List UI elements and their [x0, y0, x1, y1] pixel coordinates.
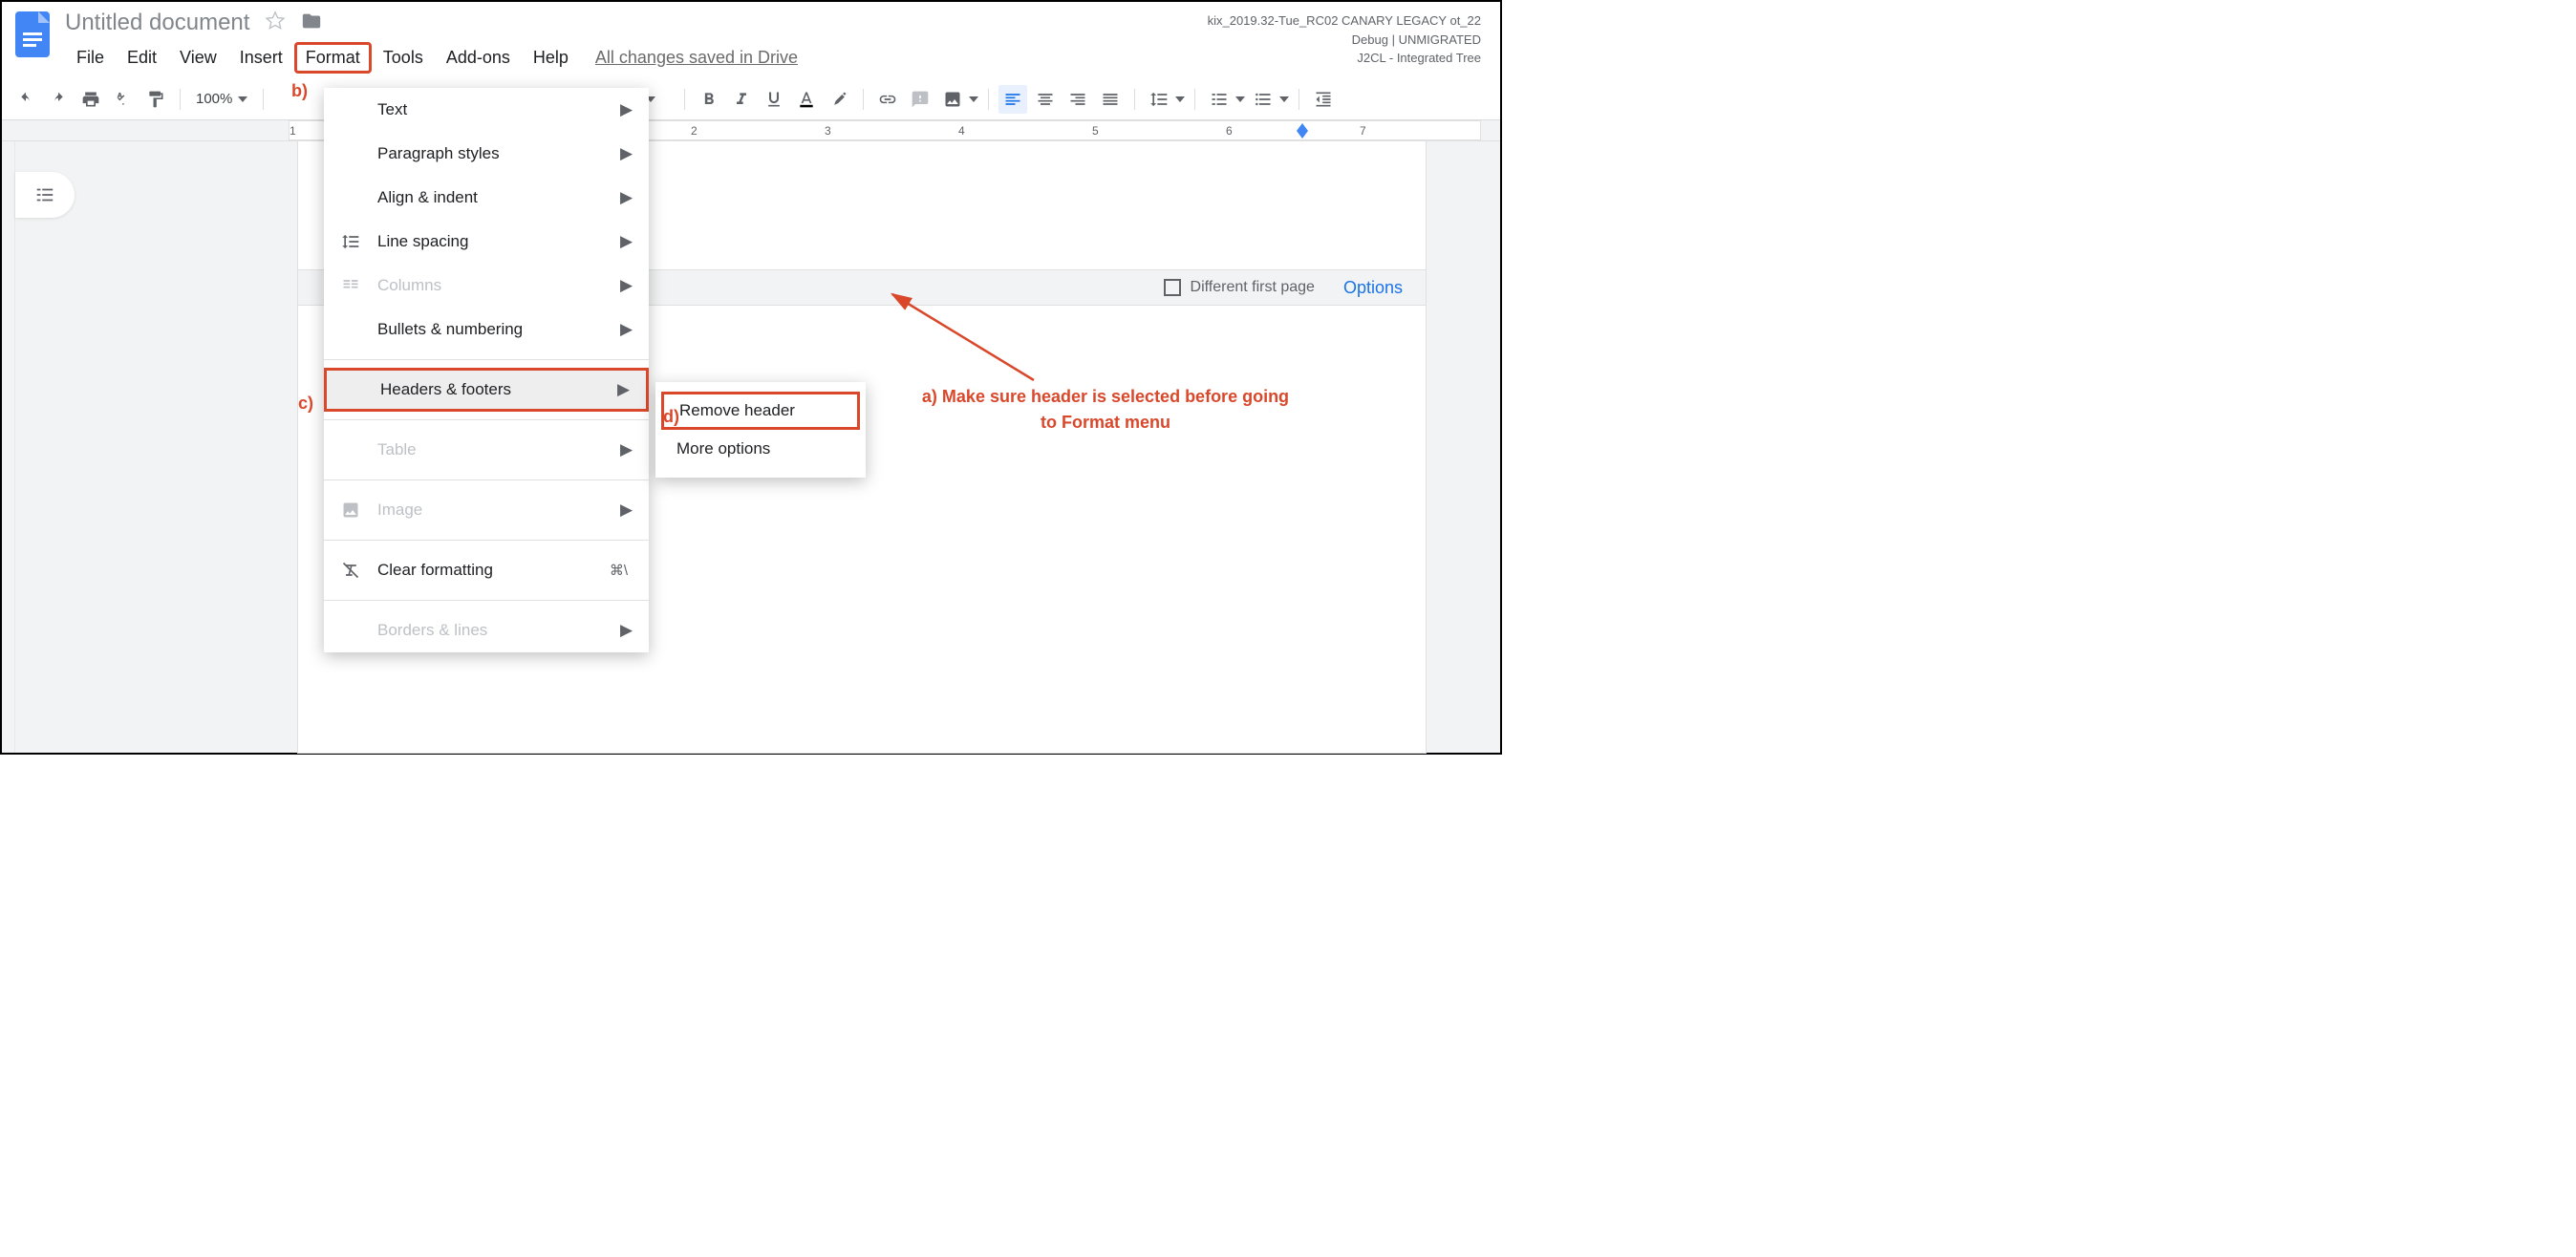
spellcheck-button[interactable]: [109, 85, 138, 114]
italic-button[interactable]: [727, 85, 756, 114]
menu-help[interactable]: Help: [522, 42, 580, 74]
aligncenter-button[interactable]: [1031, 85, 1060, 114]
line-spacing-icon: [339, 230, 362, 253]
ruler: 1 2 3 4 5 6 7: [2, 120, 1500, 141]
redo-button[interactable]: [44, 85, 73, 114]
menu-file[interactable]: File: [65, 42, 116, 74]
menu-format[interactable]: Format: [294, 42, 372, 74]
decreaseindent-button[interactable]: [1309, 85, 1338, 114]
headers-footers-submenu: Remove header More options: [655, 382, 866, 478]
submenu-remove-header[interactable]: Remove header: [661, 392, 860, 430]
alignleft-button[interactable]: [998, 85, 1027, 114]
annotation-d: d): [663, 407, 679, 427]
alignjustify-button[interactable]: [1096, 85, 1125, 114]
undo-button[interactable]: [11, 85, 40, 114]
menuitem-bullets-numbering[interactable]: Bullets & numbering▶: [324, 308, 649, 352]
link-button[interactable]: [873, 85, 902, 114]
menuitem-clear-formatting[interactable]: Clear formatting⌘\: [324, 548, 649, 592]
menuitem-text[interactable]: Text▶: [324, 88, 649, 132]
annotation-arrow: [881, 285, 1043, 390]
underline-button[interactable]: [760, 85, 788, 114]
linespacing-button[interactable]: [1145, 85, 1173, 114]
menuitem-headers-footers[interactable]: Headers & footers▶: [324, 368, 649, 412]
clear-format-icon: [339, 559, 362, 582]
header-options-link[interactable]: Options: [1343, 278, 1403, 298]
menuitem-borders-lines: Borders & lines▶: [324, 608, 649, 652]
image-button[interactable]: [938, 85, 967, 114]
menuitem-image: Image▶: [324, 488, 649, 532]
menuitem-paragraph-styles[interactable]: Paragraph styles▶: [324, 132, 649, 176]
print-button[interactable]: [76, 85, 105, 114]
menu-tools[interactable]: Tools: [372, 42, 435, 74]
paintformat-button[interactable]: [141, 85, 170, 114]
document-title[interactable]: Untitled document: [65, 10, 249, 36]
menuitem-columns: Columns▶: [324, 264, 649, 308]
debug-info: kix_2019.32-Tue_RC02 CANARY LEGACY ot_22…: [1208, 11, 1481, 68]
menu-addons[interactable]: Add-ons: [435, 42, 522, 74]
image-icon: [339, 499, 362, 522]
menu-edit[interactable]: Edit: [116, 42, 168, 74]
zoom-dropdown[interactable]: 100%: [190, 91, 253, 107]
checklist-button[interactable]: [1205, 85, 1234, 114]
menu-view[interactable]: View: [168, 42, 228, 74]
format-menu-dropdown: Text▶ Paragraph styles▶ Align & indent▶ …: [324, 88, 649, 652]
annotation-c: c): [298, 394, 313, 414]
save-status[interactable]: All changes saved in Drive: [595, 48, 798, 68]
submenu-more-options[interactable]: More options: [655, 430, 866, 468]
folder-icon[interactable]: [301, 11, 322, 36]
alignright-button[interactable]: [1063, 85, 1092, 114]
menuitem-align-indent[interactable]: Align & indent▶: [324, 176, 649, 220]
outline-toggle[interactable]: [15, 172, 75, 218]
toolbar: 100% 11: [2, 78, 1500, 120]
different-first-page-checkbox[interactable]: [1164, 279, 1181, 296]
menuitem-line-spacing[interactable]: Line spacing▶: [324, 220, 649, 264]
textcolor-button[interactable]: [792, 85, 821, 114]
docs-logo-icon[interactable]: [13, 10, 52, 59]
columns-icon: [339, 274, 362, 297]
right-indent-marker[interactable]: [1297, 123, 1308, 138]
annotation-b: b): [291, 81, 308, 101]
bulletlist-button[interactable]: [1249, 85, 1277, 114]
annotation-a: a) Make sure header is selected before g…: [914, 384, 1297, 436]
menuitem-table: Table▶: [324, 428, 649, 472]
different-first-page-label: Different first page: [1191, 279, 1315, 296]
comment-button[interactable]: [906, 85, 934, 114]
highlight-button[interactable]: [825, 85, 853, 114]
bold-button[interactable]: [695, 85, 723, 114]
star-icon[interactable]: [265, 11, 286, 36]
menu-insert[interactable]: Insert: [228, 42, 294, 74]
